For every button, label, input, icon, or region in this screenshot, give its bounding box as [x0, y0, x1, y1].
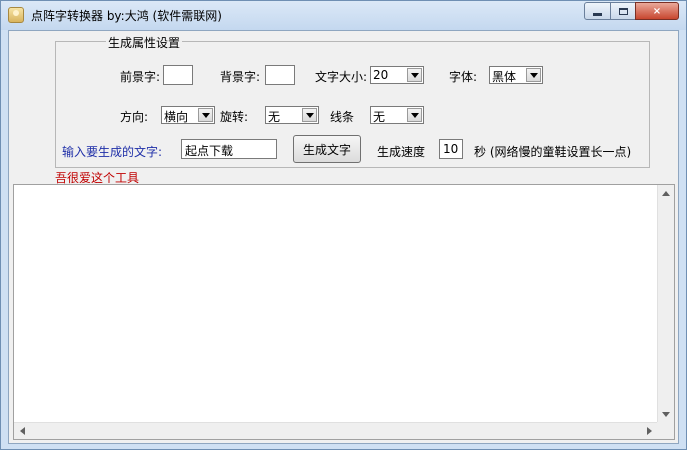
rotate-select[interactable]: 无: [265, 106, 319, 124]
app-icon: [8, 7, 24, 23]
scroll-up-icon[interactable]: [662, 191, 670, 196]
speed-input[interactable]: 10: [439, 139, 463, 159]
settings-group: 生成属性设置 前景字: 背景字: 文字大小: 20 字体: 黑体 方向: 横向 …: [55, 34, 650, 168]
scroll-left-icon[interactable]: [20, 427, 25, 435]
client-area: 生成属性设置 前景字: 背景字: 文字大小: 20 字体: 黑体 方向: 横向 …: [8, 30, 679, 444]
foreground-input[interactable]: [163, 65, 193, 85]
input-prompt-label: 输入要生成的文字:: [62, 145, 163, 159]
app-window: 点阵字转换器 by:大鸿 (软件需联网) × 生成属性设置 前景字: 背景字: …: [0, 0, 687, 450]
foreground-label: 前景字:: [120, 70, 161, 84]
rotate-value: 无: [268, 110, 281, 124]
vertical-scrollbar[interactable]: [657, 185, 674, 423]
chevron-down-icon[interactable]: [526, 68, 541, 82]
chevron-down-icon[interactable]: [302, 108, 317, 122]
chevron-down-icon[interactable]: [198, 108, 213, 122]
output-textarea[interactable]: [13, 184, 675, 440]
maximize-icon: [618, 7, 628, 15]
font-size-value: 20: [373, 68, 389, 82]
text-input[interactable]: 起点下载: [181, 139, 277, 159]
horizontal-scrollbar[interactable]: [14, 422, 658, 439]
scroll-down-icon[interactable]: [662, 412, 670, 417]
font-size-label: 文字大小:: [315, 70, 368, 84]
background-input[interactable]: [265, 65, 295, 85]
font-value: 黑体: [492, 70, 517, 84]
speed-label: 生成速度: [377, 145, 426, 159]
font-size-select[interactable]: 20: [370, 66, 424, 84]
chevron-down-icon[interactable]: [407, 68, 422, 82]
title-bar[interactable]: 点阵字转换器 by:大鸿 (软件需联网) ×: [1, 1, 686, 30]
close-button[interactable]: ×: [635, 2, 679, 20]
maximize-button[interactable]: [610, 2, 636, 20]
scroll-right-icon[interactable]: [647, 427, 652, 435]
minimize-icon: [593, 12, 602, 16]
line-value: 无: [373, 110, 386, 124]
direction-value: 横向: [164, 110, 189, 124]
line-label: 线条: [330, 110, 355, 124]
minimize-button[interactable]: [584, 2, 611, 20]
speed-hint: 秒 (网络慢的童鞋设置长一点): [474, 145, 632, 159]
font-label: 字体:: [449, 70, 478, 84]
direction-select[interactable]: 横向: [161, 106, 215, 124]
scrollbar-corner: [657, 422, 674, 439]
settings-group-title: 生成属性设置: [106, 34, 183, 51]
chevron-down-icon[interactable]: [407, 108, 422, 122]
rotate-label: 旋转:: [220, 110, 249, 124]
generate-button[interactable]: 生成文字: [293, 135, 361, 163]
window-title: 点阵字转换器 by:大鸿 (软件需联网): [31, 9, 222, 23]
font-select[interactable]: 黑体: [489, 66, 543, 84]
background-label: 背景字:: [220, 70, 261, 84]
direction-label: 方向:: [120, 110, 149, 124]
line-select[interactable]: 无: [370, 106, 424, 124]
close-icon: ×: [652, 5, 662, 17]
